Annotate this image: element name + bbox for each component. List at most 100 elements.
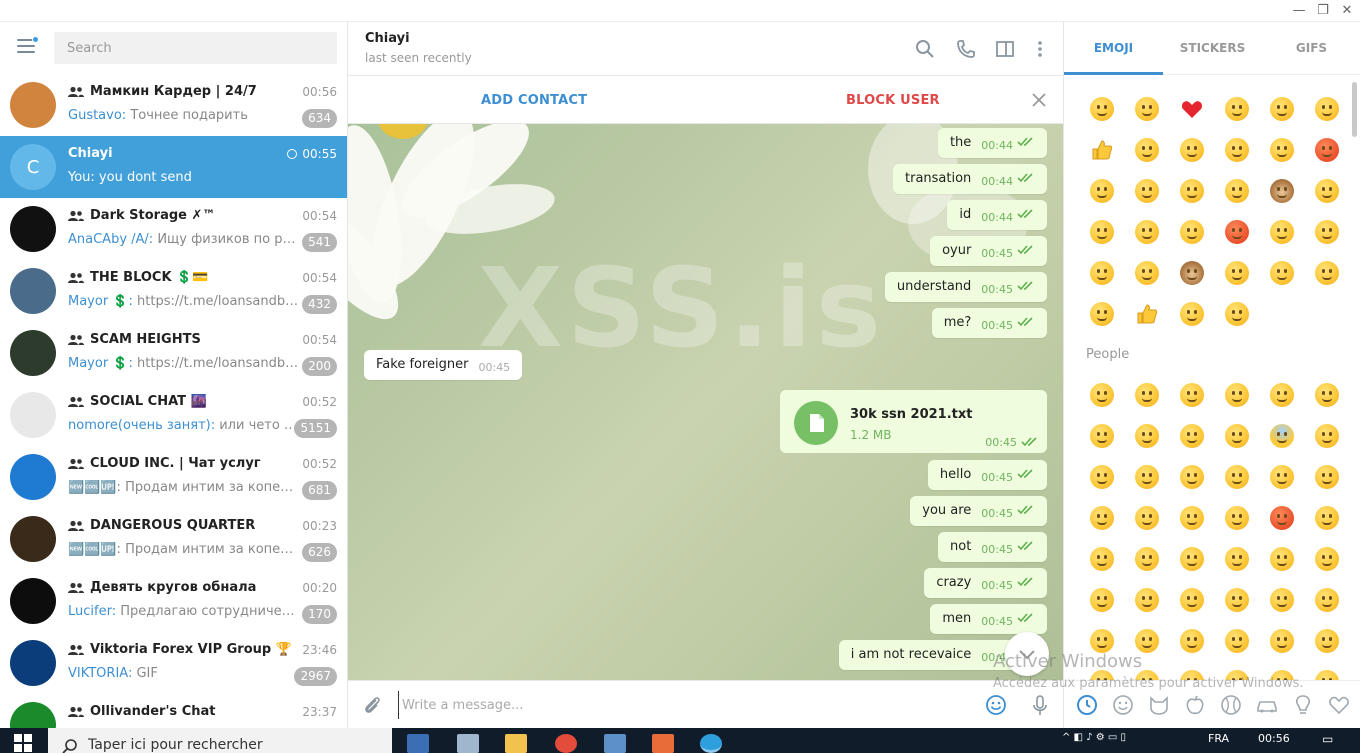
- tab-stickers[interactable]: STICKERS: [1163, 22, 1262, 75]
- chat-list-item[interactable]: Мамкин Кардер | 24/7 00:56 Gustavo: Точнее…: [0, 74, 347, 136]
- smiley-emoji[interactable]: [1214, 374, 1259, 415]
- monkey-emoji[interactable]: [1259, 170, 1304, 211]
- folder-icon[interactable]: [505, 734, 527, 753]
- smiley-emoji[interactable]: [1259, 497, 1304, 538]
- smiley-emoji[interactable]: [1124, 538, 1169, 579]
- outgoing-message[interactable]: men 00:45: [930, 604, 1047, 634]
- taskbar-app-icon[interactable]: [457, 734, 479, 753]
- smiley-emoji[interactable]: [1304, 211, 1349, 252]
- smiley-emoji[interactable]: [1079, 497, 1124, 538]
- taskbar-app-icon[interactable]: [652, 734, 674, 753]
- outgoing-message[interactable]: the 00:44: [937, 128, 1047, 158]
- smiley-emoji[interactable]: [1124, 129, 1169, 170]
- message-history[interactable]: XSS.is the 00:44 transation 00:44 id 00:44 oyu…: [348, 124, 1063, 680]
- smiley-emoji[interactable]: [1124, 374, 1169, 415]
- chat-list-item[interactable]: SCAM HEIGHTS 00:54 Mayor 💲: https://t.me/l…: [0, 322, 347, 384]
- smiley-emoji[interactable]: [1079, 293, 1124, 334]
- sport-category-icon[interactable]: [1219, 693, 1243, 717]
- outgoing-message[interactable]: id 00:44: [947, 200, 1047, 230]
- hamburger-menu-icon[interactable]: [17, 36, 39, 55]
- block-user-button[interactable]: BLOCK USER: [846, 93, 940, 108]
- smiley-emoji[interactable]: [1304, 579, 1349, 620]
- tray-icons[interactable]: ^ ◧ ♪ ⚙ ▭ ▯: [1062, 732, 1126, 743]
- chat-list-item[interactable]: SOCIAL CHAT 🌆 00:52 nomore(очень занят): и…: [0, 384, 347, 446]
- recent-clock-icon[interactable]: [1075, 693, 1099, 717]
- outgoing-message[interactable]: oyur 00:45: [930, 236, 1047, 266]
- smiley-emoji[interactable]: [1169, 497, 1214, 538]
- chat-list-item[interactable]: Dark Storage ✗™ 00:54 AnaCAby /A/: Ищу физ…: [0, 198, 347, 260]
- smiley-emoji[interactable]: [1079, 374, 1124, 415]
- scroll-down-button[interactable]: [1005, 632, 1049, 676]
- smiley-emoji[interactable]: [1124, 170, 1169, 211]
- smiley-emoji[interactable]: [1259, 129, 1304, 170]
- smiley-emoji[interactable]: [1079, 415, 1124, 456]
- smiley-emoji[interactable]: [1304, 415, 1349, 456]
- smiley-emoji[interactable]: [1214, 88, 1259, 129]
- outgoing-message[interactable]: hello 00:45: [927, 460, 1047, 490]
- smiley-emoji[interactable]: [1169, 538, 1214, 579]
- chat-list-item[interactable]: Девять кругов обнала 00:20 Lucifer: Предла…: [0, 570, 347, 632]
- smiley-emoji[interactable]: [1124, 456, 1169, 497]
- smiley-emoji[interactable]: [1169, 129, 1214, 170]
- smiley-emoji[interactable]: [1259, 538, 1304, 579]
- smiley-emoji[interactable]: [1169, 456, 1214, 497]
- objects-category-icon[interactable]: [1291, 693, 1315, 717]
- outgoing-message[interactable]: not 00:45: [938, 532, 1047, 562]
- taskbar-app-icon[interactable]: [407, 734, 429, 753]
- more-options-icon[interactable]: [1030, 39, 1050, 59]
- travel-category-icon[interactable]: [1255, 693, 1279, 717]
- smiley-emoji[interactable]: [1304, 252, 1349, 293]
- smiley-emoji[interactable]: [1304, 88, 1349, 129]
- file-message[interactable]: 30k ssn 2021.txt 1.2 MB 00:45: [780, 390, 1047, 453]
- message-input[interactable]: [398, 691, 968, 719]
- search-input[interactable]: [54, 32, 337, 64]
- smiley-emoji[interactable]: [1169, 293, 1214, 334]
- smiley-emoji[interactable]: [1169, 170, 1214, 211]
- minimize-button[interactable]: —: [1288, 2, 1310, 20]
- add-contact-button[interactable]: ADD CONTACT: [481, 93, 587, 108]
- emoji-scrollbar[interactable]: [1352, 82, 1357, 137]
- emoji-icon[interactable]: [985, 694, 1007, 716]
- smiley-emoji[interactable]: [1169, 211, 1214, 252]
- smiley-emoji[interactable]: [1079, 620, 1124, 661]
- phone-call-icon[interactable]: [956, 39, 976, 59]
- chat-list-item[interactable]: CLOUD INC. | Чат услуг 00:52 🆕🆒🆙: Продам и…: [0, 446, 347, 508]
- attach-icon[interactable]: [361, 694, 383, 716]
- smiley-emoji[interactable]: [1259, 620, 1304, 661]
- thumbs-up-emoji[interactable]: [1124, 293, 1169, 334]
- smiley-emoji[interactable]: [1304, 374, 1349, 415]
- smiley-emoji[interactable]: [1214, 211, 1259, 252]
- smiley-emoji[interactable]: [1214, 538, 1259, 579]
- smiley-emoji[interactable]: [1259, 252, 1304, 293]
- close-window-button[interactable]: ✕: [1336, 2, 1358, 20]
- smiley-emoji[interactable]: [1214, 497, 1259, 538]
- chat-list-item[interactable]: Ollivander's Chat 23:37: [0, 694, 347, 728]
- smiley-emoji[interactable]: [1304, 497, 1349, 538]
- search-icon[interactable]: [915, 39, 935, 59]
- thumbs-up-emoji[interactable]: [1079, 129, 1124, 170]
- smiley-emoji[interactable]: [1124, 579, 1169, 620]
- tab-emoji[interactable]: EMOJI: [1064, 22, 1163, 75]
- smiley-emoji[interactable]: [1214, 620, 1259, 661]
- smiley-emoji[interactable]: [1079, 88, 1124, 129]
- smiley-emoji[interactable]: [1214, 579, 1259, 620]
- animal-category-icon[interactable]: [1147, 693, 1171, 717]
- smiley-emoji[interactable]: [1079, 252, 1124, 293]
- windows-start-icon[interactable]: [14, 734, 32, 752]
- outgoing-message[interactable]: you are 00:45: [910, 496, 1047, 526]
- smiley-emoji[interactable]: [1124, 497, 1169, 538]
- outgoing-message[interactable]: me? 00:45: [931, 308, 1047, 338]
- outgoing-message[interactable]: transation 00:44: [893, 164, 1047, 194]
- smiley-emoji[interactable]: [1214, 293, 1259, 334]
- taskbar-search-box[interactable]: Taper ici pour rechercher: [48, 728, 392, 753]
- heart-emoji[interactable]: [1169, 88, 1214, 129]
- smiley-emoji[interactable]: [1259, 415, 1304, 456]
- smiley-emoji[interactable]: [1259, 456, 1304, 497]
- smiley-emoji[interactable]: [1079, 170, 1124, 211]
- smiley-emoji[interactable]: [1124, 88, 1169, 129]
- taskbar-app-icon[interactable]: [604, 734, 626, 753]
- outgoing-message[interactable]: understand 00:45: [884, 272, 1047, 302]
- smiley-emoji[interactable]: [1214, 252, 1259, 293]
- peer-name[interactable]: Chiayi: [365, 31, 410, 46]
- smiley-emoji[interactable]: [1304, 620, 1349, 661]
